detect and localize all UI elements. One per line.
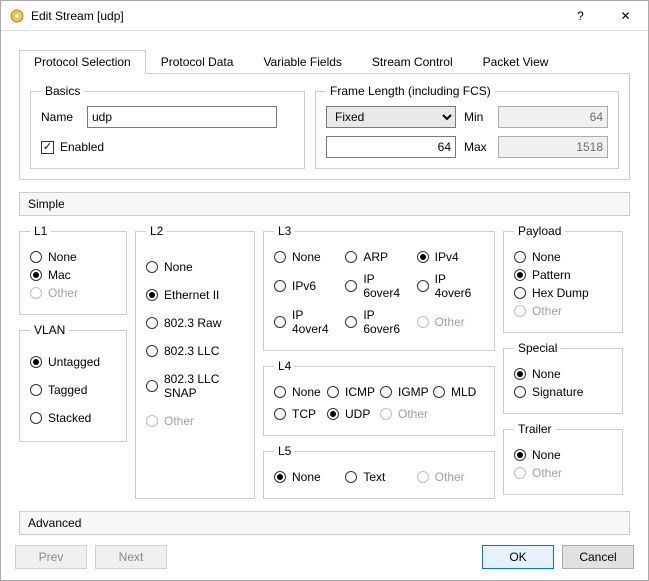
l4-group: L4 None ICMP IGMP MLD TCP UDP Other <box>263 359 495 436</box>
trailer-other: Other <box>514 466 612 480</box>
frame-length-legend: Frame Length (including FCS) <box>326 84 495 98</box>
l4-icmp[interactable]: ICMP <box>327 385 378 399</box>
close-button[interactable]: ✕ <box>603 1 648 30</box>
max-input <box>498 136 608 158</box>
next-button: Next <box>95 545 167 569</box>
max-label: Max <box>464 140 490 154</box>
enabled-label: Enabled <box>60 140 104 154</box>
vlan-stacked[interactable]: Stacked <box>30 411 116 425</box>
l3-ip6over4[interactable]: IP 6over4 <box>345 272 412 300</box>
simple-section[interactable]: Simple <box>19 192 630 216</box>
tab-packet-view[interactable]: Packet View <box>468 50 564 74</box>
special-group: Special None Signature <box>503 341 623 414</box>
payload-none[interactable]: None <box>514 250 612 264</box>
prev-button: Prev <box>15 545 87 569</box>
payload-other: Other <box>514 304 612 318</box>
min-label: Min <box>464 110 490 124</box>
l4-none[interactable]: None <box>274 385 325 399</box>
name-input[interactable] <box>87 106 277 128</box>
l3-other: Other <box>417 308 484 336</box>
checkbox-icon <box>41 141 54 154</box>
l1-none[interactable]: None <box>30 250 116 264</box>
payload-hex[interactable]: Hex Dump <box>514 286 612 300</box>
l1-other: Other <box>30 286 116 300</box>
special-legend: Special <box>514 341 561 355</box>
basics-group: Basics Name Enabled <box>30 84 305 169</box>
tab-panel: Basics Name Enabled Frame Length (includ… <box>19 74 630 180</box>
l2-none[interactable]: None <box>146 260 244 274</box>
help-button[interactable]: ? <box>558 1 603 30</box>
l3-legend: L3 <box>274 224 295 238</box>
l2-other: Other <box>146 414 244 428</box>
l3-ip4over6[interactable]: IP 4over6 <box>417 272 484 300</box>
basics-legend: Basics <box>41 84 84 98</box>
payload-group: Payload None Pattern Hex Dump Other <box>503 224 623 333</box>
app-icon <box>9 8 25 24</box>
trailer-none[interactable]: None <box>514 448 612 462</box>
frame-length-mode[interactable]: Fixed <box>326 106 456 128</box>
l4-legend: L4 <box>274 359 295 373</box>
l5-text[interactable]: Text <box>345 470 412 484</box>
l2-8023llc[interactable]: 802.3 LLC <box>146 344 244 358</box>
l2-ethernet2[interactable]: Ethernet II <box>146 288 244 302</box>
frame-length-input[interactable] <box>326 136 456 158</box>
l3-ipv4[interactable]: IPv4 <box>417 250 484 264</box>
l1-legend: L1 <box>30 224 51 238</box>
tab-protocol-data[interactable]: Protocol Data <box>146 50 249 74</box>
l2-legend: L2 <box>146 224 167 238</box>
l5-group: L5 None Text Other <box>263 444 495 499</box>
enabled-checkbox[interactable]: Enabled <box>41 140 104 154</box>
l4-igmp[interactable]: IGMP <box>380 385 431 399</box>
titlebar: Edit Stream [udp] ? ✕ <box>1 1 648 31</box>
trailer-group: Trailer None Other <box>503 422 623 495</box>
l4-mld[interactable]: MLD <box>433 385 484 399</box>
payload-pattern[interactable]: Pattern <box>514 268 612 282</box>
l3-ip6over6[interactable]: IP 6over6 <box>345 308 412 336</box>
min-input <box>498 106 608 128</box>
dialog-footer: Prev Next OK Cancel <box>1 535 648 579</box>
l3-ip4over4[interactable]: IP 4over4 <box>274 308 341 336</box>
l3-ipv6[interactable]: IPv6 <box>274 272 341 300</box>
l1-mac[interactable]: Mac <box>30 268 116 282</box>
l3-arp[interactable]: ARP <box>345 250 412 264</box>
l4-tcp[interactable]: TCP <box>274 407 325 421</box>
payload-legend: Payload <box>514 224 565 238</box>
window-title: Edit Stream [udp] <box>31 9 558 23</box>
trailer-legend: Trailer <box>514 422 556 436</box>
l3-group: L3 None ARP IPv4 IPv6 IP 6over4 IP 4over… <box>263 224 495 351</box>
l3-none[interactable]: None <box>274 250 341 264</box>
advanced-section[interactable]: Advanced <box>19 511 630 535</box>
l4-udp[interactable]: UDP <box>327 407 378 421</box>
special-none[interactable]: None <box>514 367 612 381</box>
tab-stream-control[interactable]: Stream Control <box>357 50 468 74</box>
l2-8023raw[interactable]: 802.3 Raw <box>146 316 244 330</box>
cancel-button[interactable]: Cancel <box>562 545 634 569</box>
tab-bar: Protocol Selection Protocol Data Variabl… <box>19 49 630 74</box>
l2-group: L2 None Ethernet II 802.3 Raw 802.3 LLC … <box>135 224 255 499</box>
vlan-untagged[interactable]: Untagged <box>30 355 116 369</box>
l4-other: Other <box>380 407 431 421</box>
l2-8023llcsnap[interactable]: 802.3 LLC SNAP <box>146 372 244 400</box>
tab-protocol-selection[interactable]: Protocol Selection <box>19 50 146 74</box>
special-signature[interactable]: Signature <box>514 385 612 399</box>
l1-group: L1 None Mac Other <box>19 224 127 315</box>
tab-variable-fields[interactable]: Variable Fields <box>248 50 356 74</box>
vlan-tagged[interactable]: Tagged <box>30 383 116 397</box>
ok-button[interactable]: OK <box>482 545 554 569</box>
l5-none[interactable]: None <box>274 470 341 484</box>
vlan-group: VLAN Untagged Tagged Stacked <box>19 323 127 442</box>
vlan-legend: VLAN <box>30 323 69 337</box>
l5-legend: L5 <box>274 444 295 458</box>
l5-other: Other <box>417 470 484 484</box>
name-label: Name <box>41 110 81 124</box>
frame-length-group: Frame Length (including FCS) Fixed Min M… <box>315 84 619 169</box>
